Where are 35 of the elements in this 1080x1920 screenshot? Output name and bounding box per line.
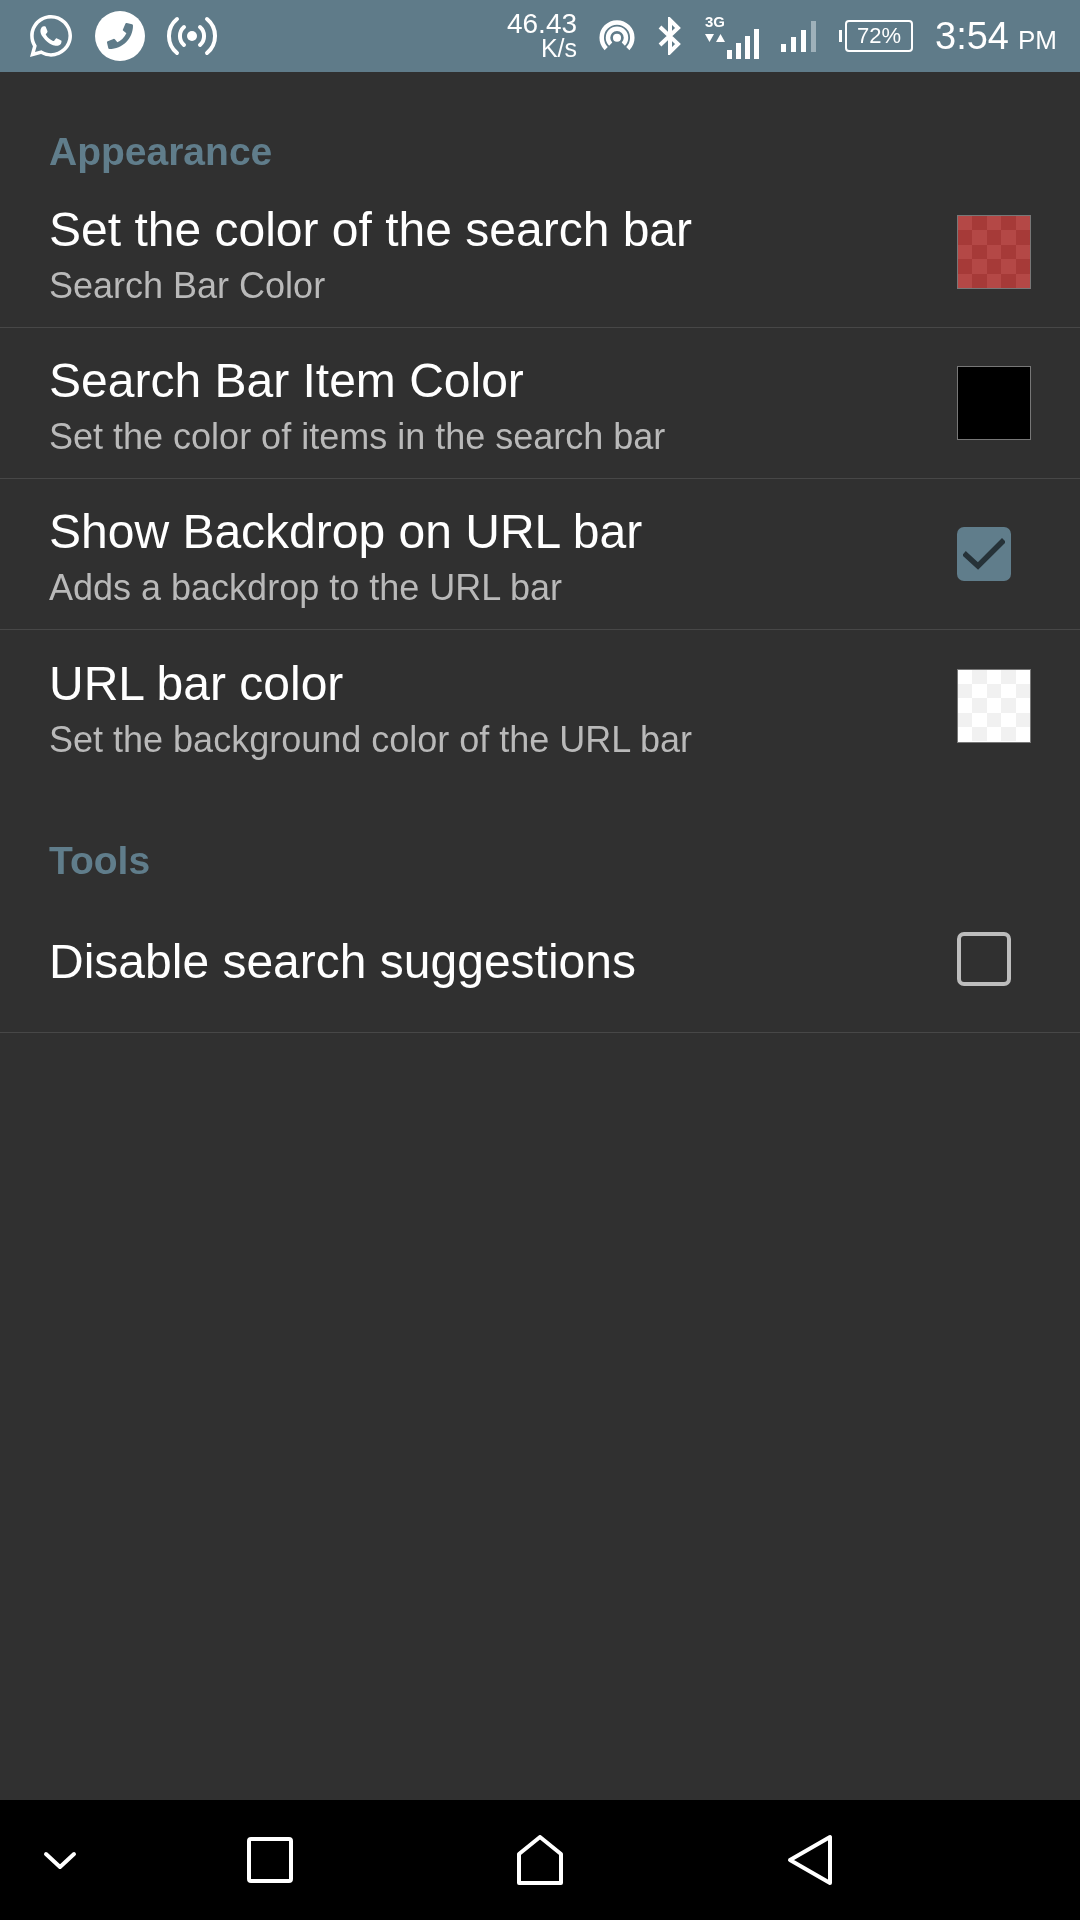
preference-title: Set the color of the search bar [49, 202, 693, 258]
network-type-label: 3G [705, 13, 726, 29]
preference-row[interactable]: URL bar color Set the background color of the URL bar [0, 630, 1080, 781]
phone-bubble-icon [30, 12, 72, 60]
battery-percentage: 72% [857, 24, 902, 48]
network-speed-unit: K/s [540, 36, 578, 60]
preference-title: Search Bar Item Color [49, 353, 524, 409]
signal-bars-icon [727, 28, 760, 59]
preference-summary: Set the color of items in the search bar [49, 415, 666, 459]
house-icon [517, 1835, 563, 1885]
clock-period: PM [1018, 25, 1057, 55]
hotspot-icon [599, 19, 636, 53]
signal-bars-icon [781, 20, 818, 52]
preference-row[interactable]: Set the color of the search bar Search Bar Color [0, 177, 1080, 328]
preference-summary: Adds a backdrop to the URL bar [49, 566, 562, 610]
clock-time: 3:54 [935, 14, 1009, 58]
back-triangle-icon [787, 1834, 833, 1886]
network-speed: 46.43 [506, 12, 578, 36]
checkbox[interactable] [957, 932, 1011, 986]
preference-row[interactable]: Show Backdrop on URL bar Adds a backdrop to the URL bar [0, 479, 1080, 630]
checkmark-icon [963, 538, 1005, 570]
preference-summary: Set the background color of the URL bar [49, 717, 693, 762]
preference-row[interactable]: Search Bar Item Color Set the color of items in the search bar [0, 328, 1080, 479]
chevron-down-icon [43, 1850, 77, 1870]
preference-summary: Search Bar Color [49, 264, 326, 308]
preference-row[interactable]: Disable search suggestions [0, 886, 1080, 1033]
checkbox[interactable] [957, 527, 1011, 581]
preference-title: Disable search suggestions [49, 934, 636, 990]
preference-title: URL bar color [49, 655, 344, 712]
section-header: Tools [49, 838, 151, 884]
data-arrows-icon [705, 32, 726, 43]
preference-title: Show Backdrop on URL bar [49, 504, 643, 560]
square-icon [247, 1837, 293, 1883]
broadcast-icon [166, 16, 218, 56]
section-header: Appearance [49, 129, 273, 175]
